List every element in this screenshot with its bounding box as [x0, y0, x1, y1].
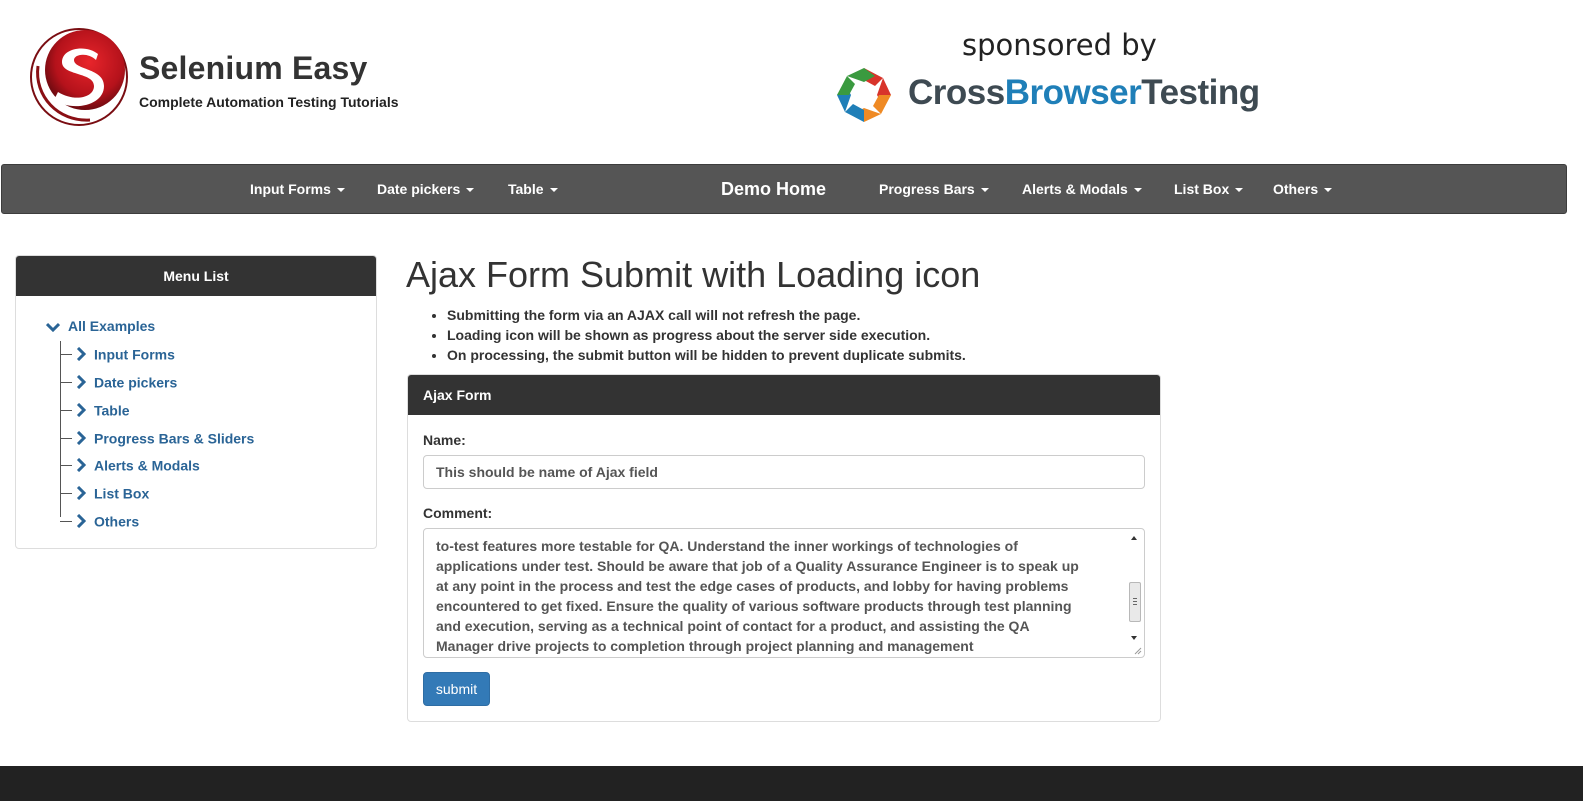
nav-demo-home[interactable]: Demo Home [721, 165, 826, 215]
name-input[interactable] [423, 455, 1145, 489]
tree-item-label: Alerts & Modals [94, 457, 200, 474]
tree-branch [60, 520, 72, 522]
site-header: Selenium Easy Complete Automation Testin… [0, 0, 1583, 164]
tree-branch [60, 381, 72, 383]
scrollbar-thumb[interactable] [1129, 582, 1141, 622]
nav-label: Date pickers [377, 181, 461, 197]
nav-label: Alerts & Modals [1022, 181, 1128, 197]
grip-line [1133, 598, 1137, 599]
tree-item-table[interactable]: Table [60, 398, 130, 420]
tree-item-label: Others [94, 513, 140, 530]
nav-date-pickers[interactable]: Date pickers [377, 165, 475, 215]
nav-input-forms[interactable]: Input Forms [250, 165, 345, 215]
top-navbar: Input Forms Date pickers Table Demo Home… [1, 164, 1567, 214]
comment-label: Comment: [423, 505, 493, 521]
tree-branch [60, 437, 72, 439]
comment-scrollbar[interactable] [1127, 530, 1143, 646]
chevron-right-icon [76, 458, 86, 473]
site-footer [0, 766, 1583, 801]
sponsor-name[interactable]: CrossBrowserTesting [908, 73, 1260, 113]
nav-table[interactable]: Table [508, 165, 558, 215]
description-list: Submitting the form via an AJAX call wil… [447, 305, 966, 365]
tree-item-label: Input Forms [94, 346, 175, 363]
chevron-right-icon [76, 514, 86, 529]
nav-label: Others [1273, 181, 1319, 197]
brand-subtitle: Complete Automation Testing Tutorials [139, 94, 399, 110]
tree-branch [60, 464, 72, 466]
nav-label: Table [508, 181, 544, 197]
caret-down-icon [1133, 188, 1142, 193]
tree-branch [60, 492, 72, 494]
tree-item-input-forms[interactable]: Input Forms [60, 342, 175, 364]
sponsor-name-part1: Cross [908, 73, 1005, 112]
tree-item-others[interactable]: Others [60, 509, 139, 531]
nav-label: Progress Bars [879, 181, 975, 197]
chevron-right-icon [76, 347, 86, 362]
selenium-easy-logo[interactable] [28, 26, 130, 128]
caret-down-icon [336, 188, 345, 193]
list-item: Loading icon will be shown as progress a… [447, 325, 966, 345]
tree-item-label: Progress Bars & Sliders [94, 430, 255, 447]
name-label: Name: [423, 432, 466, 448]
submit-button[interactable]: submit [423, 672, 490, 706]
sponsor-name-part3: Testing [1141, 73, 1260, 112]
chevron-right-icon [76, 486, 86, 501]
sponsor-name-part2: Browser [1004, 73, 1142, 112]
chevron-down-icon [46, 323, 60, 333]
comment-textarea[interactable]: to-test features more testable for QA. U… [423, 528, 1145, 658]
ajax-form-heading: Ajax Form [408, 375, 1160, 415]
tree-root-all-examples[interactable]: All Examples [46, 315, 155, 337]
list-item: Submitting the form via an AJAX call wil… [447, 305, 966, 325]
caret-down-icon [466, 188, 475, 193]
ajax-form-panel: Ajax Form Name: Comment: to-test feature… [407, 374, 1161, 722]
tree-item-progress-bars-sliders[interactable]: Progress Bars & Sliders [60, 426, 254, 448]
chevron-right-icon [76, 403, 86, 418]
crossbrowsertesting-logo[interactable] [833, 64, 895, 126]
caret-down-icon [1235, 188, 1244, 193]
nav-label: Input Forms [250, 181, 331, 197]
resize-handle-icon[interactable] [1134, 647, 1142, 655]
chevron-right-icon [76, 375, 86, 390]
tree-root-label: All Examples [68, 318, 156, 334]
page-title: Ajax Form Submit with Loading icon [406, 254, 981, 295]
tree-item-list-box[interactable]: List Box [60, 481, 149, 503]
nav-alerts-modals[interactable]: Alerts & Modals [1022, 165, 1142, 215]
brand-title: Selenium Easy [139, 50, 368, 86]
tree-branch [60, 353, 72, 355]
sponsored-by-label: sponsored by [962, 28, 1157, 62]
caret-down-icon [549, 188, 558, 193]
grip-line [1133, 604, 1137, 605]
tree-item-label: List Box [94, 485, 150, 502]
nav-others[interactable]: Others [1273, 165, 1333, 215]
scroll-down-arrow-icon[interactable] [1131, 636, 1137, 640]
nav-progress-bars[interactable]: Progress Bars [879, 165, 989, 215]
menu-list-panel: Menu List All Examples Input Forms Date … [15, 255, 377, 549]
tree-branch [60, 409, 72, 411]
comment-text: to-test features more testable for QA. U… [436, 538, 1079, 654]
caret-down-icon [1324, 188, 1333, 193]
nav-list-box[interactable]: List Box [1174, 165, 1244, 215]
grip-line [1133, 601, 1137, 602]
menu-list-heading: Menu List [16, 256, 376, 296]
tree-item-label: Date pickers [94, 374, 178, 391]
tree-item-date-pickers[interactable]: Date pickers [60, 370, 177, 392]
tree-item-alerts-modals[interactable]: Alerts & Modals [60, 453, 200, 475]
nav-label: Demo Home [721, 179, 827, 199]
nav-label: List Box [1174, 181, 1230, 197]
chevron-right-icon [76, 431, 86, 446]
scroll-up-arrow-icon[interactable] [1131, 536, 1137, 540]
list-item: On processing, the submit button will be… [447, 345, 966, 365]
tree-item-label: Table [94, 402, 130, 419]
caret-down-icon [980, 188, 989, 193]
